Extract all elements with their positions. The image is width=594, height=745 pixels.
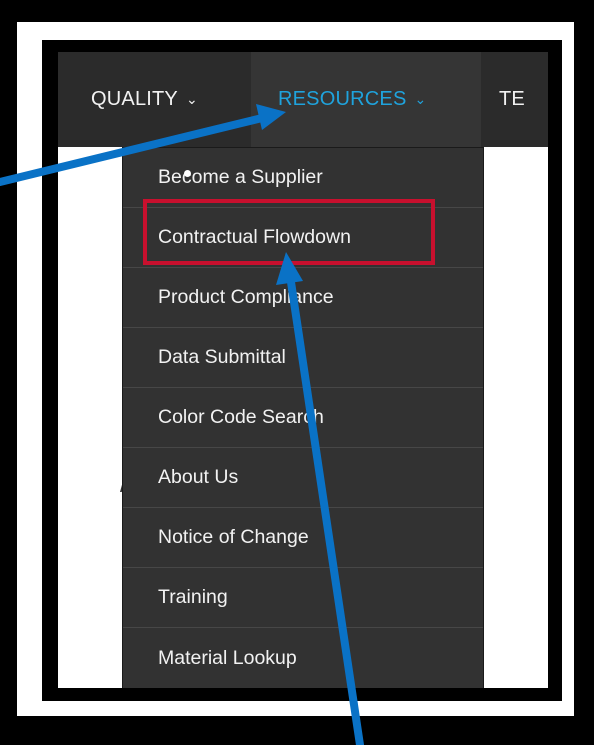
menu-item-label: Training	[158, 586, 228, 608]
menu-item-label: Product Compliance	[158, 286, 334, 308]
menu-item-label: Notice of Change	[158, 526, 309, 548]
menu-item-material-lookup[interactable]: Material Lookup	[123, 628, 483, 688]
menu-item-label: Data Submittal	[158, 346, 286, 368]
highlight-box	[143, 199, 435, 265]
menu-item-product-compliance[interactable]: Product Compliance	[123, 268, 483, 328]
nav-resources[interactable]: RESOURCES ⌄	[251, 52, 481, 147]
nav-te[interactable]: TE	[481, 52, 548, 147]
top-navigation-bar: QUALITY ⌄ RESOURCES ⌄ TE	[58, 52, 548, 147]
nav-resources-label: RESOURCES	[278, 88, 407, 110]
menu-item-training[interactable]: Training	[123, 568, 483, 628]
nav-quality-label: QUALITY	[91, 88, 178, 110]
chevron-down-icon: ⌄	[414, 91, 427, 107]
menu-item-label: About Us	[158, 466, 239, 488]
menu-item-label: Material Lookup	[158, 646, 297, 669]
nav-te-label: TE	[499, 88, 525, 110]
nav-quality[interactable]: QUALITY ⌄	[58, 52, 251, 147]
menu-item-data-submittal[interactable]: Data Submittal	[123, 328, 483, 388]
menu-item-label: Become a Supplier	[158, 166, 323, 188]
menu-item-label: Color Code Search	[158, 406, 324, 428]
menu-item-notice-of-change[interactable]: Notice of Change	[123, 508, 483, 568]
menu-item-color-code-search[interactable]: Color Code Search	[123, 388, 483, 448]
website-screenshot: : / QUALITY ⌄ RESOURCES ⌄ TE Become a Su…	[58, 52, 548, 688]
chevron-down-icon: ⌄	[185, 91, 198, 107]
menu-item-about-us[interactable]: About Us	[123, 448, 483, 508]
cursor-dot-icon	[184, 170, 191, 177]
